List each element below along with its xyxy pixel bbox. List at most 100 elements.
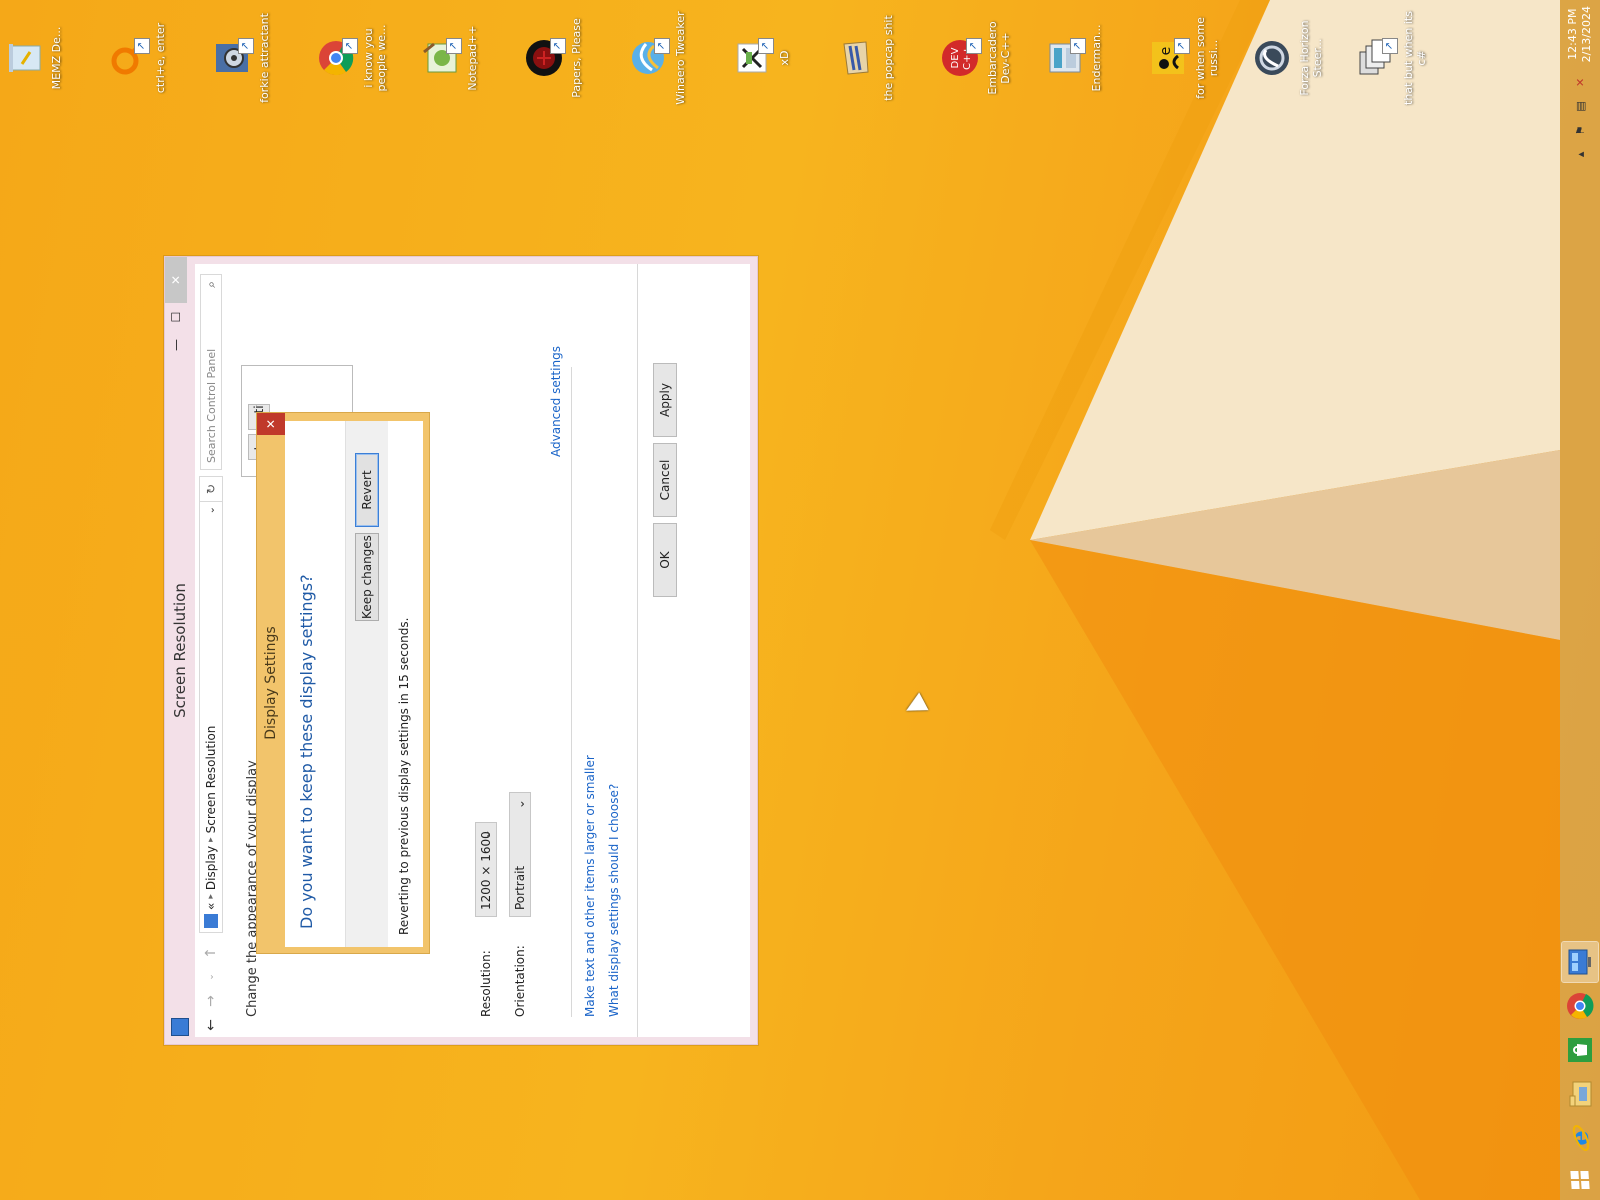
desktop-icon[interactable]: ↗ Notepad++ <box>418 8 479 108</box>
desktop-icon-label: Winaero Tweaker <box>674 11 687 105</box>
shortcut-arrow-icon: ↗ <box>966 38 982 54</box>
revert-button[interactable]: Revert <box>355 453 379 527</box>
shortcut-arrow-icon: ↗ <box>446 38 462 54</box>
desktop-icon[interactable]: MEMZ De... <box>2 8 63 108</box>
text-size-link[interactable]: Make text and other items larger or smal… <box>583 755 597 1017</box>
enderman-icon: ↗ <box>1042 36 1086 80</box>
desktop-icon-label: i know you people we... <box>362 24 388 92</box>
clock[interactable]: 12:43 PM 2/13/2024 <box>1566 6 1594 62</box>
recent-dropdown-icon[interactable]: ⌄ <box>199 965 223 989</box>
taskbar-app-chrome[interactable] <box>1562 986 1598 1026</box>
dialog-close-button[interactable]: ✕ <box>257 413 285 435</box>
rotated-screen: MEMZ De... ↗ ctrl+e, enter ↗ forkie attr… <box>0 0 1600 1200</box>
shortcut-arrow-icon: ↗ <box>238 38 254 54</box>
maximize-button[interactable]: ☐ <box>165 303 187 331</box>
breadcrumb-separator-icon: ▸ <box>206 837 216 842</box>
svg-text:e: e <box>1158 47 1174 56</box>
dialog-title-bar[interactable]: Display Settings ✕ <box>257 413 285 953</box>
close-button[interactable]: ✕ <box>165 257 187 303</box>
taskbar-app-internet-explorer[interactable]: e <box>1562 1118 1598 1158</box>
desktop-icon-label: for when some russi... <box>1194 17 1220 99</box>
refresh-icon[interactable]: ↻ <box>199 476 223 501</box>
desktop-icon[interactable]: ↗ i know you people we... <box>314 8 388 108</box>
chevron-down-icon: ⌄ <box>479 829 493 840</box>
desktop-icon[interactable]: ↗ Papers, Please <box>522 8 583 108</box>
desktop-icon-label: forkie attractant <box>258 13 271 103</box>
minimize-button[interactable]: — <box>165 331 187 359</box>
divider <box>571 367 572 1017</box>
ok-button[interactable]: OK <box>653 523 677 597</box>
desktop-icon-label: Enderman... <box>1090 24 1103 92</box>
internet-explorer-icon: e <box>1565 1125 1594 1151</box>
svg-text:DEV: DEV <box>950 47 961 68</box>
russi-icon: e ↗ <box>1146 36 1190 80</box>
breadcrumb-overflow[interactable]: « <box>204 903 218 910</box>
apply-button[interactable]: Apply <box>653 363 677 437</box>
start-button[interactable] <box>1560 1160 1600 1200</box>
window-title-bar[interactable]: Screen Resolution — ☐ ✕ <box>165 257 195 1044</box>
desktop-icon[interactable]: e ↗ for when some russi... <box>1146 8 1220 108</box>
keep-changes-button[interactable]: Keep changes <box>355 533 379 621</box>
resolution-select[interactable]: 1200 × 1600 ⌄ <box>475 822 497 917</box>
window-controls: — ☐ ✕ <box>165 257 187 359</box>
desktop-icon-label: Notepad++ <box>466 25 479 91</box>
search-icon: ⌕ <box>203 281 218 288</box>
recycle-bin-icon <box>2 36 46 80</box>
control-panel-icon <box>204 914 218 928</box>
desktop-icon[interactable]: ↗ xD <box>730 8 791 108</box>
shortcut-arrow-icon: ↗ <box>134 38 150 54</box>
desktop-icon[interactable]: ↗ Winaero Tweaker <box>626 8 687 108</box>
desktop-icon[interactable]: ↗ forkie attractant <box>210 8 271 108</box>
control-panel-icon <box>1568 949 1591 975</box>
orientation-select[interactable]: Portrait ⌄ <box>509 792 531 917</box>
desktop-icon[interactable]: the popcap shit <box>834 8 895 108</box>
chrome-icon: ↗ <box>314 36 358 80</box>
help-link[interactable]: What display settings should I choose? <box>607 784 621 1017</box>
svg-text:e: e <box>1565 1130 1594 1145</box>
taskbar-app-file-explorer[interactable] <box>1562 1074 1598 1114</box>
desktop-icon[interactable]: ↗ ctrl+e, enter <box>106 8 167 108</box>
desktop-icon-label: that but when its c# <box>1402 11 1428 105</box>
windows-stack-icon: ↗ <box>1354 36 1398 80</box>
desktop-icon-label: Embarcadero Dev-C++ <box>986 21 1012 95</box>
windows-logo-icon <box>1570 1171 1590 1189</box>
up-arrow-icon[interactable]: ↑ <box>199 941 223 965</box>
desktop-icon-label: MEMZ De... <box>50 26 63 90</box>
breadcrumb-screen-resolution[interactable]: Screen Resolution <box>204 726 218 834</box>
search-placeholder: Search Control Panel <box>204 348 218 463</box>
dialog-question: Do you want to keep these display settin… <box>297 574 316 929</box>
orientation-label: Orientation: <box>513 945 527 1017</box>
desktop-icon-label: ctrl+e, enter <box>154 22 167 94</box>
taskbar-app-store[interactable] <box>1562 1030 1598 1070</box>
address-dropdown-icon[interactable]: ⌄ <box>206 506 217 514</box>
chevron-up-icon[interactable]: ▴ <box>1571 145 1589 163</box>
advanced-settings-link[interactable]: Advanced settings <box>549 346 563 457</box>
clock-time: 12:43 PM <box>1566 8 1579 60</box>
xd-icon: ↗ <box>730 36 774 80</box>
window-title: Screen Resolution <box>171 583 189 718</box>
winaero-icon: ↗ <box>626 36 670 80</box>
desktop-icon[interactable]: Forza Horizon Steer... <box>1250 8 1324 108</box>
flag-icon[interactable]: ⚑ <box>1571 121 1589 139</box>
devcpp-icon: DEV C++ ↗ <box>938 36 982 80</box>
steering-wheel-icon <box>1250 36 1294 80</box>
desktop-icon[interactable]: DEV C++ ↗ Embarcadero Dev-C++ <box>938 8 1012 108</box>
papers-please-icon: ↗ <box>522 36 566 80</box>
address-bar[interactable]: « ▸ Display ▸ Screen Resolution ⌄ <box>199 501 223 933</box>
volume-muted-icon[interactable]: ✕ <box>1571 73 1589 91</box>
taskbar-app-control-panel[interactable] <box>1561 940 1599 984</box>
forward-arrow-icon[interactable]: → <box>199 989 223 1013</box>
shortcut-arrow-icon: ↗ <box>550 38 566 54</box>
back-arrow-icon[interactable]: ← <box>199 1013 223 1037</box>
network-icon[interactable]: ▤ <box>1571 97 1589 115</box>
desktop: MEMZ De... ↗ ctrl+e, enter ↗ forkie attr… <box>0 0 1600 1200</box>
desktop-icon[interactable]: ↗ Enderman... <box>1042 8 1103 108</box>
search-input[interactable]: Search Control Panel ⌕ <box>200 274 222 470</box>
cancel-button[interactable]: Cancel <box>653 443 677 517</box>
gear-settings-icon: ↗ <box>210 36 254 80</box>
dialog-body: Do you want to keep these display settin… <box>285 421 423 947</box>
clock-date: 2/13/2024 <box>1580 6 1593 63</box>
shortcut-arrow-icon: ↗ <box>1070 38 1086 54</box>
breadcrumb-display[interactable]: Display <box>204 846 218 890</box>
desktop-icon[interactable]: ↗ that but when its c# <box>1354 8 1428 108</box>
